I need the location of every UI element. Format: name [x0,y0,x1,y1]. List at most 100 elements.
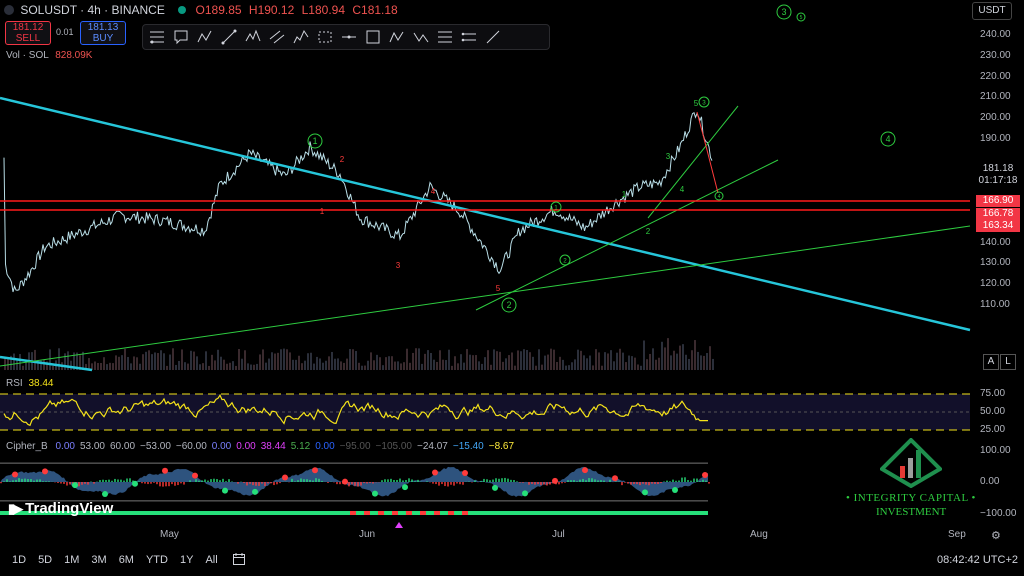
cipher-money-flow-bar [522,482,524,483]
symbol-title[interactable]: SOLUSDT · 4h · BINANCE [20,3,164,17]
cipher-trend-bar-red [350,511,356,515]
volume-bar [613,361,615,370]
wave-label-big-1[interactable]: 1 [307,133,323,149]
currency-selector[interactable]: USDT [972,2,1012,20]
timeframe-3m[interactable]: 3M [91,554,106,566]
cipher-money-flow-bar [129,478,131,482]
cipher-money-flow-bar [414,481,416,482]
volume-bar [508,355,510,370]
rsi-label[interactable]: RSI [6,378,23,389]
callout-tool-icon[interactable] [171,27,191,47]
wave-label-circled-4[interactable]: 4 [714,191,724,201]
abc-correction-tool-icon[interactable] [411,27,431,47]
ohlc-low: L180.94 [301,3,346,17]
horizontal-ray-tool-icon[interactable] [339,27,359,47]
volume-bar [658,357,660,370]
volume-bar [358,362,360,370]
wave-label-big-2[interactable]: 2 [501,297,517,313]
price-range-tool-icon[interactable] [435,27,455,47]
clock-timezone[interactable]: 08:42:42 UTC+2 [937,554,1018,566]
volume-bar [583,355,585,370]
fib-retracement-tool-icon[interactable] [147,27,167,47]
timeframe-5d[interactable]: 5D [38,554,52,566]
wave-label-big-3[interactable]: 3 [776,4,792,20]
cipher-tick-2: −100.00 [980,507,1017,519]
volume-bar [271,352,273,370]
cipher-signal-dot [522,490,528,497]
volume-bar [511,352,513,370]
buy-button[interactable]: 181.13 BUY [80,21,126,45]
volume-bar [667,338,669,370]
cipher-money-flow-bar [297,480,299,482]
cipher-money-flow-bar [33,480,35,482]
cipher-money-flow-bar [387,479,389,482]
time-label-jun: Jun [359,529,376,540]
elliott-impulse-tool-icon[interactable] [291,27,311,47]
svg-text:3: 3 [782,7,787,17]
volume-bar [589,355,591,370]
horizontal-lines-tool-icon[interactable] [459,27,479,47]
cipher-money-flow-bar [291,478,293,482]
wave-label-circled-3[interactable]: 3 [698,96,710,108]
timeframe-ytd[interactable]: YTD [146,554,168,566]
volume-bar [34,349,36,370]
axis-settings-gear-icon[interactable]: ⚙ [991,529,1001,542]
cipher-money-flow-bar [594,479,596,482]
cipher-label[interactable]: Cipher_B [6,441,48,452]
volume-bar [253,364,255,370]
wave-label-circled-5[interactable]: 5 [796,12,806,22]
volume-bar [556,362,558,370]
volume-bar [274,353,276,370]
ray-tool-icon[interactable] [483,27,503,47]
timeframe-1d[interactable]: 1D [12,554,26,566]
wave-wxy-tool-icon[interactable] [195,27,215,47]
rectangle-tool-icon[interactable] [363,27,383,47]
wave-label-big-4[interactable]: 4 [880,131,896,147]
cipher-money-flow-bar [696,478,698,482]
price-series [3,112,713,293]
parallel-channel-tool-icon[interactable] [267,27,287,47]
channel-support-line[interactable] [475,159,779,311]
volume-bar [427,350,429,370]
cipher-money-flow-bar [405,479,407,482]
volume-bar [184,362,186,370]
timeframe-1m[interactable]: 1M [64,554,79,566]
timeframe-all[interactable]: All [205,554,217,566]
wave-label-circled-1[interactable]: 1 [550,201,562,213]
pattern-tool-icon[interactable] [243,27,263,47]
cipher-money-flow-bar [627,482,629,484]
log-scale-button[interactable]: L [1000,354,1016,370]
cipher-money-flow-bar [558,482,560,485]
timeframe-1y[interactable]: 1Y [180,554,193,566]
cipher-money-flow-bar [168,482,170,487]
volume-bar [550,348,552,370]
volume-bar [307,353,309,370]
volume-bar [574,359,576,370]
descending-trendline[interactable] [0,96,971,332]
auto-scale-button[interactable]: A [983,354,999,370]
chart-canvas[interactable]: 1234213451234512453 [0,0,1024,576]
volume-bar [121,355,123,370]
cipher-money-flow-bar [528,482,530,485]
cipher-money-flow-bar [339,482,341,485]
cipher-value-6: 0.00 [236,441,256,452]
timeframe-6m[interactable]: 6M [119,554,134,566]
cipher-money-flow-bar [645,482,647,485]
volume-bar [616,352,618,370]
date-price-range-tool-icon[interactable] [315,27,335,47]
volume-bar [472,355,474,370]
cipher-money-flow-bar [693,478,695,482]
tradingview-logo[interactable]: ▮▶ TradingView [8,500,113,517]
volume-bar [493,349,495,370]
abcd-pattern-tool-icon[interactable] [387,27,407,47]
volume-bar [193,351,195,370]
wave-label-circled-2[interactable]: 2 [559,254,571,266]
volume-bar [325,360,327,370]
cipher-legend: Cipher_B 0.00 53.00 60.00 −53.00 −60.00 0.00 0… [6,441,514,452]
sell-button[interactable]: 181.12 SELL [5,21,51,45]
trend-line-tool-icon[interactable] [219,27,239,47]
volume-bar [352,349,354,370]
date-range-calendar-icon[interactable] [232,552,246,569]
cipher-money-flow-bar [381,480,383,482]
volume-bar [619,348,621,370]
